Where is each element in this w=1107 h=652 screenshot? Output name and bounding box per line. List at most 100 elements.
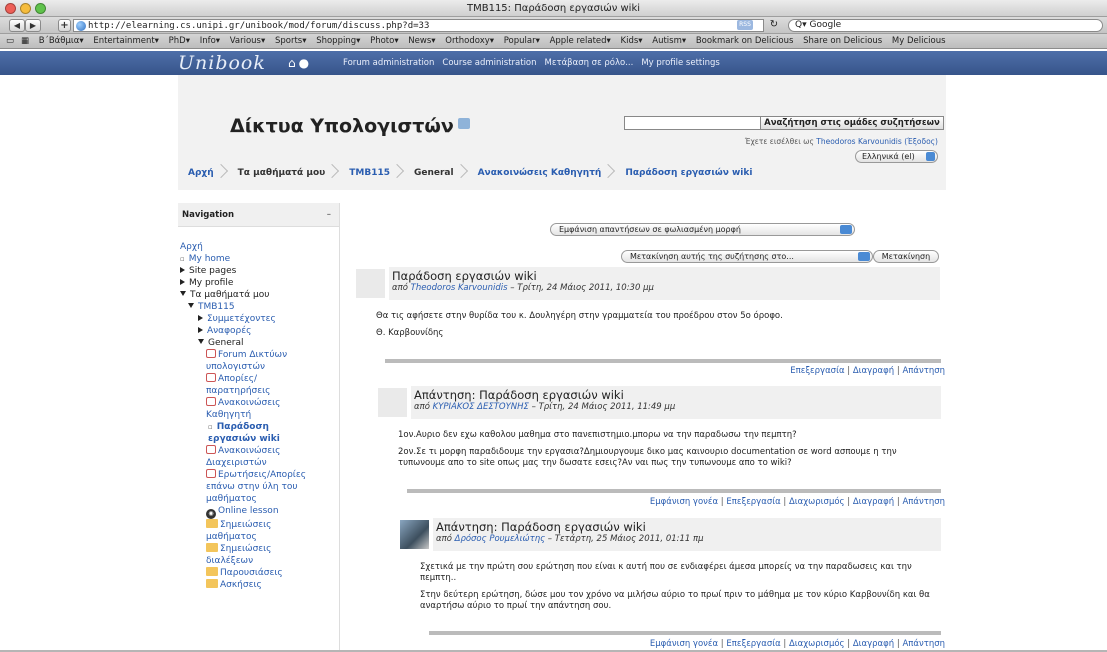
move-discussion-select[interactable]: Μετακίνηση αυτής της συζήτησης στο... — [621, 250, 873, 263]
minimize-window-button[interactable] — [20, 3, 31, 14]
post-author-line: από Δρόσος Ρουμελιώτης – Τετάρτη, 25 Μάι… — [433, 534, 941, 544]
bookmark-item[interactable]: News▾ — [408, 36, 435, 46]
zoom-window-button[interactable] — [35, 3, 46, 14]
bookmark-item[interactable]: Orthodoxy▾ — [445, 36, 494, 46]
reply-link[interactable]: Απάντηση — [902, 366, 945, 376]
breadcrumb-course[interactable]: TMB115 — [339, 168, 404, 178]
edit-link[interactable]: Επεξεργασία — [726, 497, 780, 507]
expand-icon[interactable] — [180, 279, 185, 285]
delete-link[interactable]: Διαγραφή — [853, 497, 894, 507]
collapse-tree-icon[interactable] — [188, 303, 194, 308]
breadcrumb-discussion[interactable]: Παράδοση εργασιών wiki — [615, 168, 766, 178]
split-link[interactable]: Διαχωρισμός — [789, 497, 845, 507]
topnav-profile-settings[interactable]: My profile settings — [641, 58, 720, 68]
breadcrumb-forum[interactable]: Ανακοινώσεις Καθηγητή — [468, 168, 616, 178]
reply-link[interactable]: Απάντηση — [902, 639, 945, 649]
user-icon[interactable]: ● — [299, 56, 309, 70]
search-field[interactable]: Q▾ Google — [788, 19, 1103, 32]
breadcrumb-my-courses[interactable]: Τα μαθήματά μου — [228, 168, 340, 178]
bookmark-item[interactable]: Sports▾ — [275, 36, 307, 46]
bookmark-item[interactable]: Β΄Βάθμια▾ — [39, 36, 84, 46]
folder-icon — [206, 519, 218, 528]
nav-item-my-home[interactable]: My home — [189, 254, 230, 264]
language-value: Ελληνικά (el) — [862, 152, 915, 161]
collapse-icon[interactable]: – — [327, 203, 331, 227]
nav-item-announcements[interactable]: Ανακοινώσεις Καθηγητή — [206, 398, 280, 420]
post-author-link[interactable]: Theodoros Karvounidis — [411, 283, 508, 293]
bookmark-item[interactable]: Entertainment▾ — [93, 36, 159, 46]
bookmark-item[interactable]: Shopping▾ — [316, 36, 360, 46]
nav-item-presentations[interactable]: Παρουσιάσεις — [220, 568, 283, 578]
bookmark-item[interactable]: Kids▾ — [621, 36, 643, 46]
expand-icon[interactable] — [198, 315, 203, 321]
avatar[interactable] — [400, 520, 429, 549]
nav-item-course[interactable]: TMB115 — [198, 302, 235, 312]
logout-link[interactable]: (Έξοδος) — [904, 137, 938, 146]
avatar[interactable] — [356, 269, 385, 298]
bookmark-item[interactable]: Share on Delicious — [803, 36, 882, 46]
nav-item-admin-announcements[interactable]: Ανακοινώσεις Διαχειριστών — [206, 446, 280, 468]
nav-item-course-questions[interactable]: Ερωτήσεις/Απορίες επάνω στην ύλη του μαθ… — [206, 470, 306, 504]
bookmark-item[interactable]: Info▾ — [200, 36, 220, 46]
forum-search-button[interactable]: Αναζήτηση στις ομάδες συζητήσεων — [760, 116, 944, 130]
add-bookmark-button[interactable]: + — [58, 19, 71, 32]
bookmark-item[interactable]: Apple related▾ — [550, 36, 611, 46]
site-logo[interactable]: Unibook — [178, 52, 266, 74]
bookmark-item[interactable]: Autism▾ — [652, 36, 686, 46]
bookmark-item[interactable]: Photo▾ — [370, 36, 399, 46]
nav-item-my-profile[interactable]: My profile — [189, 278, 233, 288]
post-author-link[interactable]: ΚΥΡΙΑΚΟΣ ΔΕΣΤΟΥΝΗΣ — [433, 402, 529, 412]
top-sites-grid-icon[interactable]: ▦ — [21, 36, 29, 46]
move-button[interactable]: Μετακίνηση — [873, 250, 939, 263]
bookmark-item[interactable]: Various▾ — [230, 36, 266, 46]
nav-item-exercises[interactable]: Ασκήσεις — [220, 580, 262, 590]
nav-item-reports[interactable]: Αναφορές — [207, 326, 251, 336]
bookmark-item[interactable]: Popular▾ — [504, 36, 540, 46]
rss-icon[interactable]: RSS — [737, 20, 753, 30]
back-button[interactable]: ◀ — [9, 19, 25, 32]
nav-item-current-discussion[interactable]: Παράδοση εργασιών wiki — [208, 422, 280, 444]
edit-link[interactable]: Επεξεργασία — [726, 639, 780, 649]
reload-icon[interactable]: ↻ — [766, 19, 782, 32]
breadcrumb-section[interactable]: General — [404, 168, 468, 178]
show-parent-link[interactable]: Εμφάνιση γονέα — [650, 639, 718, 649]
browser-toolbar: ◀ ▶ + http://elearning.cs.unipi.gr/unibo… — [0, 17, 1107, 34]
post-header: Απάντηση: Παράδοση εργασιών wiki από Δρό… — [433, 518, 941, 551]
bookmark-item[interactable]: PhD▾ — [169, 36, 190, 46]
close-window-button[interactable] — [5, 3, 16, 14]
split-link[interactable]: Διαχωρισμός — [789, 639, 845, 649]
collapse-tree-icon[interactable] — [198, 339, 204, 344]
url-bar[interactable]: http://elearning.cs.unipi.gr/unibook/mod… — [73, 19, 764, 32]
bookmark-item[interactable]: Bookmark on Delicious — [696, 36, 794, 46]
reply-link[interactable]: Απάντηση — [902, 497, 945, 507]
nav-item-general[interactable]: General — [208, 338, 243, 348]
nav-item-site-pages[interactable]: Site pages — [189, 266, 236, 276]
avatar[interactable] — [378, 388, 407, 417]
edit-link[interactable]: Επεξεργασία — [790, 366, 844, 376]
nav-item-online-lesson[interactable]: Online lesson — [218, 506, 279, 516]
show-parent-link[interactable]: Εμφάνιση γονέα — [650, 497, 718, 507]
nav-item-forum[interactable]: Forum Δικτύων υπολογιστών — [206, 350, 287, 372]
post-author-link[interactable]: Δρόσος Ρουμελιώτης — [455, 534, 545, 544]
expand-icon[interactable] — [180, 267, 185, 273]
delete-link[interactable]: Διαγραφή — [853, 366, 894, 376]
user-link[interactable]: Theodoros Karvounidis — [816, 137, 902, 146]
breadcrumb-home[interactable]: Αρχή — [178, 168, 228, 178]
topnav-forum-administration[interactable]: Forum administration — [343, 58, 434, 68]
search-help-icon[interactable] — [458, 118, 470, 129]
topnav-switch-role[interactable]: Μετάβαση σε ρόλο... — [545, 58, 634, 68]
bookmark-item[interactable]: My Delicious — [892, 36, 946, 46]
topnav-course-administration[interactable]: Course administration — [442, 58, 536, 68]
bookmarks-book-icon[interactable]: ▭ — [6, 36, 14, 46]
nav-item-participants[interactable]: Συμμετέχοντες — [207, 314, 276, 324]
forward-button[interactable]: ▶ — [25, 19, 41, 32]
nav-item-my-courses[interactable]: Τα μαθήματά μου — [190, 290, 269, 300]
delete-link[interactable]: Διαγραφή — [853, 639, 894, 649]
nav-item-home[interactable]: Αρχή — [180, 242, 203, 252]
home-icon[interactable]: ⌂ — [288, 56, 296, 70]
language-select[interactable]: Ελληνικά (el) — [855, 150, 938, 163]
search-placeholder: Google — [809, 20, 842, 30]
collapse-tree-icon[interactable] — [180, 291, 186, 296]
expand-icon[interactable] — [198, 327, 203, 333]
display-mode-select[interactable]: Εμφάνιση απαντήσεων σε φωλιασμένη μορφή — [550, 223, 855, 236]
